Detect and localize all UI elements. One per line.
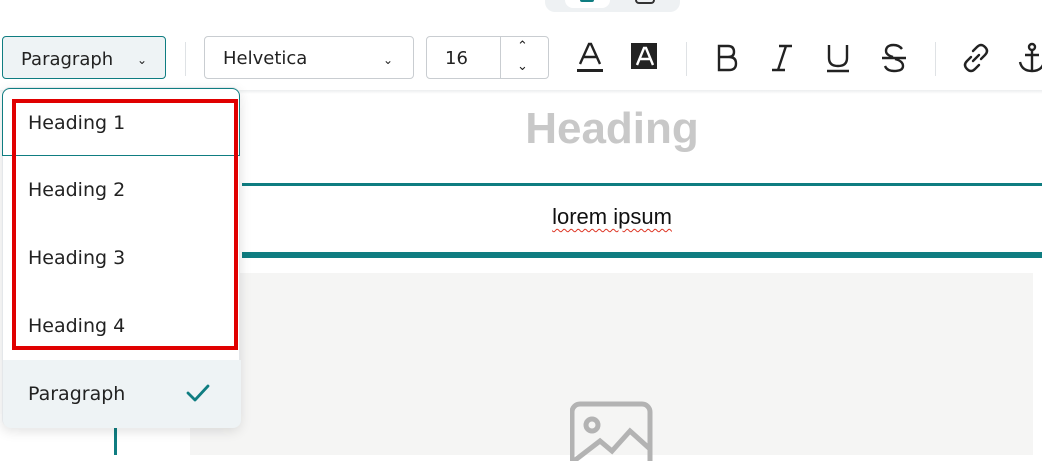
image-placeholder-icon: [569, 401, 654, 465]
strikethrough-icon[interactable]: [876, 40, 912, 76]
menu-item-paragraph[interactable]: Paragraph: [3, 360, 241, 428]
chevron-down-icon[interactable]: ⌄: [517, 59, 528, 74]
link-icon[interactable]: [958, 40, 994, 76]
block-separator: [242, 183, 1042, 186]
font-size-stepper[interactable]: 16 ⌃ ⌄: [426, 36, 549, 79]
selected-block-border: [242, 252, 1042, 258]
stepper-divider: [500, 37, 501, 78]
bold-icon[interactable]: [708, 40, 744, 76]
block-format-dropdown[interactable]: Paragraph ⌄: [2, 36, 166, 79]
italic-icon[interactable]: [764, 40, 800, 76]
toolbar-divider: [935, 42, 936, 76]
block-format-label: Paragraph: [21, 49, 114, 70]
font-family-label: Helvetica: [223, 48, 308, 69]
highlight-box: [12, 99, 238, 350]
text-block[interactable]: lorem ipsum: [242, 204, 982, 230]
font-size-value[interactable]: 16: [445, 48, 468, 69]
body-text: lorem ipsum: [552, 204, 672, 229]
drag-guide-line: [114, 425, 117, 455]
check-icon: [183, 378, 213, 408]
chevron-up-icon[interactable]: ⌃: [517, 39, 528, 54]
menu-item-label: Paragraph: [28, 383, 126, 405]
desktop-view-tab[interactable]: [565, 0, 610, 8]
toolbar-divider: [185, 42, 186, 76]
font-family-dropdown[interactable]: Helvetica ⌄: [204, 36, 414, 79]
chevron-down-icon: ⌄: [383, 53, 394, 67]
text-color-icon[interactable]: [572, 40, 608, 76]
heading-block[interactable]: Heading: [242, 104, 982, 154]
mobile-view-tab[interactable]: [635, 0, 655, 4]
underline-icon[interactable]: [820, 40, 856, 76]
chevron-down-icon: ⌄: [137, 53, 148, 67]
anchor-icon[interactable]: [1014, 40, 1042, 76]
toolbar-divider: [686, 42, 687, 76]
image-placeholder-block[interactable]: [190, 273, 1033, 465]
highlight-color-icon[interactable]: [628, 40, 662, 74]
